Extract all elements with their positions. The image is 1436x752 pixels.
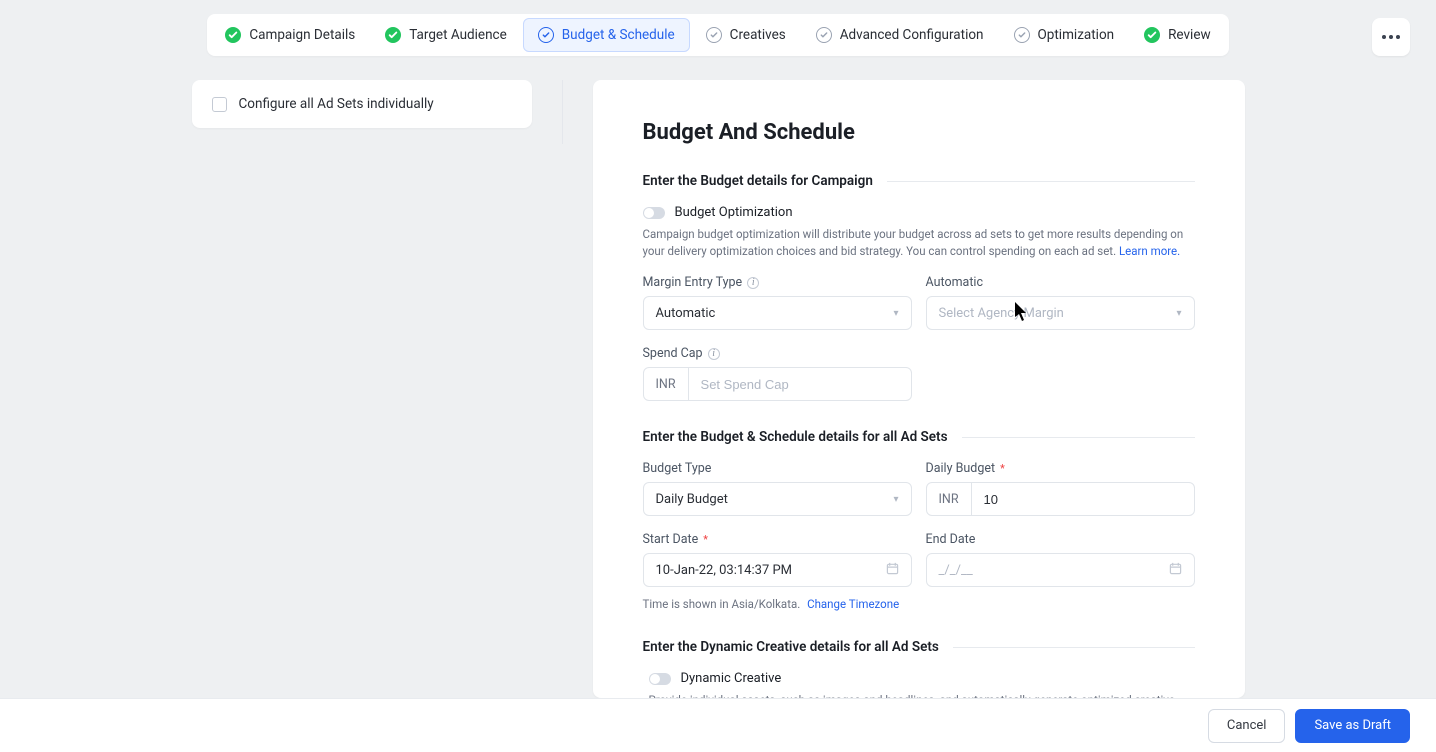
circle-check-icon: [538, 27, 554, 43]
circle-check-icon: [1014, 27, 1030, 43]
dots-icon: [1382, 35, 1400, 39]
budget-optimization-toggle[interactable]: [643, 207, 665, 219]
info-icon[interactable]: i: [708, 348, 720, 360]
currency-addon: INR: [644, 368, 689, 400]
tab-label: Target Audience: [409, 27, 507, 43]
section-campaign-budget: Enter the Budget details for Campaign: [643, 173, 1195, 189]
chevron-down-icon: ▾: [893, 308, 898, 319]
main-panel: Budget And Schedule Enter the Budget det…: [593, 80, 1245, 698]
chevron-down-icon: ▾: [893, 494, 898, 505]
tab-label: Advanced Configuration: [840, 27, 984, 43]
configure-individually-option[interactable]: Configure all Ad Sets individually: [192, 80, 532, 128]
end-date-input[interactable]: _/_/__: [926, 553, 1195, 587]
date-placeholder: _/_/__: [939, 563, 973, 578]
daily-budget-input-group: INR: [926, 482, 1195, 516]
checkbox-unchecked-icon[interactable]: [212, 97, 227, 112]
circle-check-icon: [816, 27, 832, 43]
margin-entry-type-select[interactable]: Automatic ▾: [643, 296, 912, 330]
calendar-icon: [886, 562, 899, 579]
divider: [562, 80, 563, 144]
currency-addon: INR: [927, 483, 972, 515]
tab-target-audience[interactable]: Target Audience: [371, 18, 521, 52]
footer-bar: Cancel Save as Draft: [0, 698, 1436, 752]
tab-label: Budget & Schedule: [562, 27, 675, 43]
budget-optimization-help: Campaign budget optimization will distri…: [643, 226, 1195, 259]
check-icon: [1144, 27, 1160, 43]
budget-type-label: Budget Type: [643, 461, 912, 476]
select-value: Daily Budget: [656, 492, 728, 507]
tab-campaign-details[interactable]: Campaign Details: [211, 18, 369, 52]
spend-cap-input-group: INR: [643, 367, 912, 401]
daily-budget-input[interactable]: [972, 483, 1194, 515]
automatic-label: Automatic: [926, 275, 1195, 290]
tab-review[interactable]: Review: [1130, 18, 1225, 52]
section-adsets-budget: Enter the Budget & Schedule details for …: [643, 429, 1195, 445]
dynamic-creative-toggle[interactable]: [649, 673, 671, 685]
tab-label: Campaign Details: [249, 27, 355, 43]
timezone-info: Time is shown in Asia/Kolkata. Change Ti…: [643, 597, 1195, 611]
section-title: Enter the Dynamic Creative details for a…: [643, 639, 939, 655]
tab-advanced-configuration[interactable]: Advanced Configuration: [802, 18, 998, 52]
wizard-tabs: Campaign Details Target Audience Budget …: [207, 14, 1228, 56]
save-draft-button[interactable]: Save as Draft: [1295, 709, 1410, 743]
dynamic-creative-label: Dynamic Creative: [681, 671, 782, 686]
tab-label: Optimization: [1038, 27, 1115, 43]
tab-label: Review: [1168, 27, 1211, 43]
chevron-down-icon: ▾: [1176, 308, 1181, 319]
budget-optimization-label: Budget Optimization: [675, 205, 793, 220]
page-title: Budget And Schedule: [643, 120, 1195, 145]
margin-entry-type-label: Margin Entry Type i: [643, 275, 912, 290]
section-dynamic-creative: Enter the Dynamic Creative details for a…: [643, 639, 1195, 655]
configure-individually-label: Configure all Ad Sets individually: [239, 96, 434, 112]
section-title: Enter the Budget details for Campaign: [643, 173, 873, 189]
cancel-button[interactable]: Cancel: [1208, 709, 1286, 743]
info-icon[interactable]: i: [747, 277, 759, 289]
agency-margin-select[interactable]: Select Agency Margin ▾: [926, 296, 1195, 330]
select-value: Automatic: [656, 306, 716, 321]
tab-label: Creatives: [730, 27, 786, 43]
spend-cap-input[interactable]: [689, 368, 911, 400]
tab-budget-schedule[interactable]: Budget & Schedule: [523, 18, 690, 52]
budget-type-select[interactable]: Daily Budget ▾: [643, 482, 912, 516]
start-date-input[interactable]: 10-Jan-22, 03:14:37 PM: [643, 553, 912, 587]
calendar-icon: [1169, 562, 1182, 579]
learn-more-link[interactable]: Learn more.: [1119, 244, 1180, 258]
more-button[interactable]: [1372, 18, 1410, 56]
start-date-label: Start Date*: [643, 532, 912, 547]
change-timezone-link[interactable]: Change Timezone: [807, 597, 899, 611]
tab-optimization[interactable]: Optimization: [1000, 18, 1129, 52]
section-title: Enter the Budget & Schedule details for …: [643, 429, 948, 445]
check-icon: [385, 27, 401, 43]
daily-budget-label: Daily Budget*: [926, 461, 1195, 476]
tab-creatives[interactable]: Creatives: [692, 18, 800, 52]
date-value: 10-Jan-22, 03:14:37 PM: [656, 563, 793, 578]
end-date-label: End Date: [926, 532, 1195, 547]
select-placeholder: Select Agency Margin: [939, 306, 1064, 321]
circle-check-icon: [706, 27, 722, 43]
spend-cap-label: Spend Cap i: [643, 346, 912, 361]
check-icon: [225, 27, 241, 43]
